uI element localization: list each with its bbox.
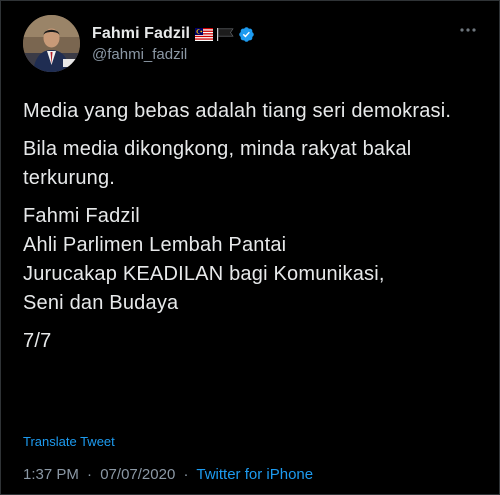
translate-tweet-link[interactable]: Translate Tweet xyxy=(23,434,115,449)
signature-line: Jurucakap KEADILAN bagi Komunikasi, xyxy=(23,263,385,285)
meta-separator: · xyxy=(87,466,93,483)
avatar[interactable] xyxy=(23,15,80,72)
more-options-icon[interactable] xyxy=(459,26,477,34)
tweet-text: Media yang bebas adalah tiang seri demok… xyxy=(23,97,483,365)
avatar-image xyxy=(23,15,80,72)
tweet-paragraph: Media yang bebas adalah tiang seri demok… xyxy=(23,100,452,122)
meta-separator: · xyxy=(183,466,189,483)
signature-line: Seni dan Budaya xyxy=(23,292,179,314)
author-handle[interactable]: @fahmi_fadzil xyxy=(92,46,187,63)
display-name[interactable]: Fahmi Fadzil xyxy=(92,25,190,43)
tweet-card: Fahmi Fadzil @fahmi_fadzil Media yang be… xyxy=(0,0,500,495)
thread-counter: 7/7 xyxy=(23,330,52,352)
tweet-date[interactable]: 07/07/2020 xyxy=(100,466,175,483)
verified-badge-icon xyxy=(239,26,254,42)
tweet-paragraph: Bila media dikongkong, minda rakyat baka… xyxy=(23,138,412,189)
black-flag-icon xyxy=(217,27,234,41)
tweet-time[interactable]: 1:37 PM xyxy=(23,466,79,483)
signature-line: Ahli Parlimen Lembah Pantai xyxy=(23,234,287,256)
tweet-source-link[interactable]: Twitter for iPhone xyxy=(196,466,313,483)
malaysia-flag-icon xyxy=(195,27,214,41)
tweet-signature: Fahmi Fadzil Ahli Parlimen Lembah Pantai… xyxy=(23,202,483,318)
signature-line: Fahmi Fadzil xyxy=(23,205,140,227)
tweet-meta: 1:37 PM · 07/07/2020 · Twitter for iPhon… xyxy=(23,466,313,483)
author-name-row[interactable]: Fahmi Fadzil xyxy=(92,24,255,44)
